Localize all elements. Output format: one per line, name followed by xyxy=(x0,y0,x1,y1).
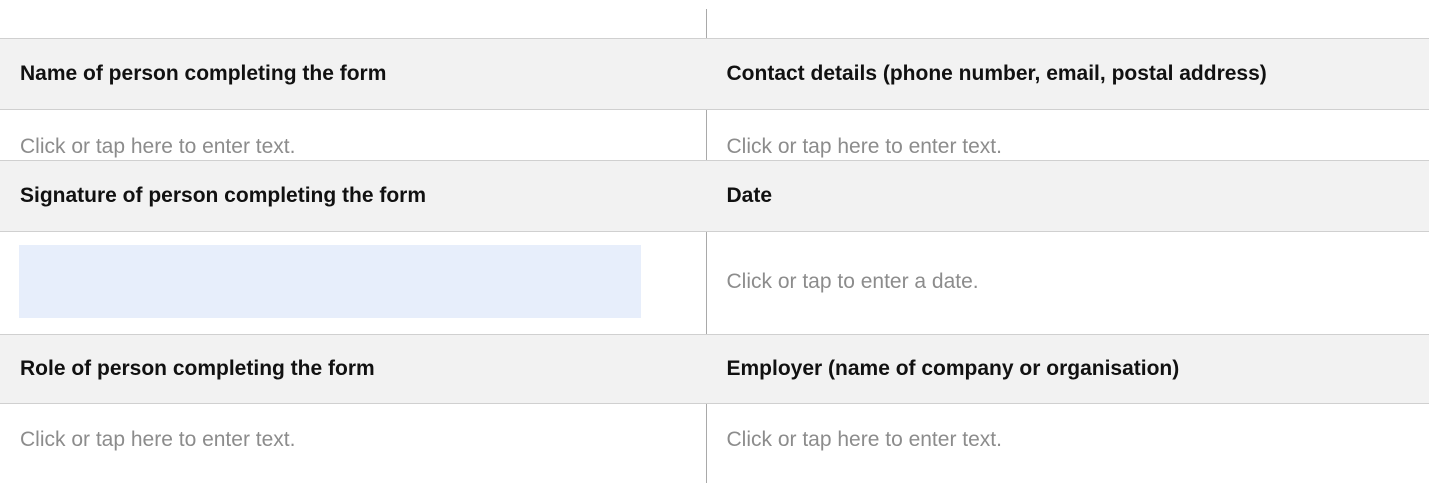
value-row-signature-date: Click or tap to enter a date. xyxy=(0,229,1429,335)
label-date: Date xyxy=(726,184,773,207)
date-picker-field[interactable]: Click or tap to enter a date. xyxy=(707,229,1429,335)
label-contact-details: Contact details (phone number, email, po… xyxy=(726,62,1267,85)
label-name-of-person: Name of person completing the form xyxy=(20,62,387,85)
label-employer: Employer (name of company or organisatio… xyxy=(726,357,1180,380)
role-input-field[interactable]: Click or tap here to enter text. xyxy=(0,402,706,478)
header-row-signature-date: Signature of person completing the form … xyxy=(0,160,1429,232)
label-signature: Signature of person completing the form xyxy=(20,184,427,207)
signature-cell xyxy=(0,229,706,335)
details-form: Name of person completing the form Conta… xyxy=(0,0,1429,483)
label-role: Role of person completing the form xyxy=(20,357,375,380)
signature-field[interactable] xyxy=(19,245,641,318)
value-row-role-employer: Click or tap here to enter text. Click o… xyxy=(0,402,1429,478)
employer-input-field[interactable]: Click or tap here to enter text. xyxy=(707,402,1429,478)
header-row-name-contact: Name of person completing the form Conta… xyxy=(0,38,1429,110)
header-row-role-employer: Role of person completing the form Emplo… xyxy=(0,334,1429,404)
